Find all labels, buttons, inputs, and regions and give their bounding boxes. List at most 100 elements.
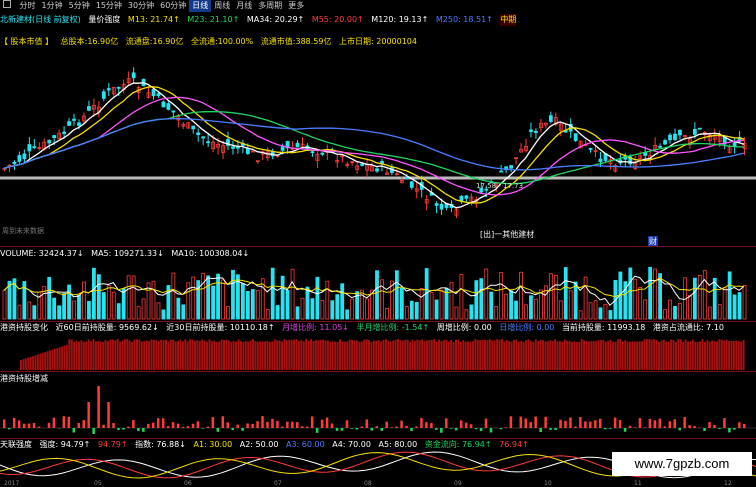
volume-bar [484,268,489,320]
volume-bar [464,309,469,320]
candle-body [668,134,672,141]
holdings-bar [97,341,100,370]
holdings-bar [672,340,675,370]
holdings-bar [532,341,535,370]
holdings-bar [525,340,528,370]
delta-bar [67,416,71,428]
delta-bar [633,427,637,428]
delta-bar [668,421,672,428]
candle-body [231,146,235,149]
volume-bar [414,301,419,320]
tab-10[interactable]: 更多 [285,0,307,12]
holdings-bar [169,339,172,370]
indicator-name[interactable]: 量价强度 [88,14,120,26]
holdings-bar [223,340,225,370]
tab-6[interactable]: 日线 [189,0,212,12]
holdings-bar [481,339,484,370]
holdings-bar [728,341,731,370]
holdings-bar [363,339,366,370]
delta-bar [325,417,329,428]
holdings-delta-chart[interactable] [0,384,756,438]
delta-bar [32,422,36,428]
volume-bar [583,276,588,320]
candle-body [156,93,161,96]
ma34-value: MA34: 20.29↑ [246,15,305,24]
toolbar-icon[interactable] [3,0,11,8]
delta-bar [484,418,488,428]
volume-bar [588,302,593,320]
delta-bar [196,421,200,428]
tab-0[interactable]: 分时 [17,0,39,12]
volume-bar [82,281,86,320]
candle-body [320,152,325,155]
tab-5[interactable]: 60分钟 [157,0,189,12]
candle-body [106,88,111,91]
holdings-bar [609,339,612,370]
volume-bar [732,294,737,320]
stock-name: 北新建材(日线 前复权) [0,15,81,24]
holdings-header: 港资持股变化 近60日前持股量: 9569.62↓ 近30日前持股量: 1011… [0,322,756,333]
holdings-bar [56,348,59,370]
volume-chart[interactable] [0,259,756,321]
volume-bar [643,299,648,320]
tab-4[interactable]: 30分钟 [125,0,157,12]
candle-body [206,141,211,144]
volume-bar [479,278,484,320]
holdings-bar [440,340,443,370]
holdings-bar [312,341,315,370]
delta-bar [286,421,289,428]
holdings-bar [696,341,699,370]
holdings-bar [78,341,80,370]
tab-7[interactable]: 周线 [211,0,233,12]
volume-bar [240,283,245,320]
volume-bar [529,295,533,320]
holdings-bar [551,341,554,370]
volume-bar [434,299,439,320]
holdings-bar [133,339,136,370]
delta-bar [375,426,378,428]
holdings-bar [699,341,702,370]
delta-bar [723,418,726,428]
holdings-bar [517,341,520,370]
candle-body [409,181,414,188]
holdings-bar [285,340,288,370]
date-tick: 2017 [4,480,20,487]
volume-bar [92,267,96,320]
volume-bar [702,270,707,320]
strength-value: 强度: 94.79↑ [39,440,91,449]
delta-bar [618,420,622,428]
holdings-bar [384,339,387,370]
candlestick-chart[interactable] [0,50,756,245]
holdings-bar [452,341,455,370]
holdings-bar [148,341,151,370]
holdings-bar [590,341,593,370]
candle-body [116,86,121,89]
holdings-chart[interactable] [0,333,756,371]
holdings-bar [225,339,228,370]
tab-1[interactable]: 1分钟 [39,0,66,12]
candle-body [62,131,66,134]
holdings-bar [566,340,569,370]
tab-2[interactable]: 5分钟 [66,0,93,12]
strength-a5: A5: 80.00 [378,440,418,449]
delta-bar [27,423,31,428]
holdings-bar [41,352,44,370]
holdings-bar [389,341,392,370]
volume-bar [285,289,290,320]
tab-9[interactable]: 多周期 [255,0,285,12]
holdings-bar [92,339,95,370]
holdings-bar [237,339,240,370]
tab-3[interactable]: 15分钟 [93,0,125,12]
strength-a3: A3: 60.00 [285,440,325,449]
volume-bar [270,267,275,320]
delta-bar [539,428,542,432]
holdings-bar [194,340,196,370]
delta-bar [156,418,160,428]
volume-bar [603,303,608,320]
candle-body [17,155,22,162]
holdings-bar [505,340,508,370]
volume-bar [608,310,613,320]
tab-8[interactable]: 月线 [233,0,255,12]
holdings-bar [44,352,47,370]
delta-bar [380,428,383,431]
